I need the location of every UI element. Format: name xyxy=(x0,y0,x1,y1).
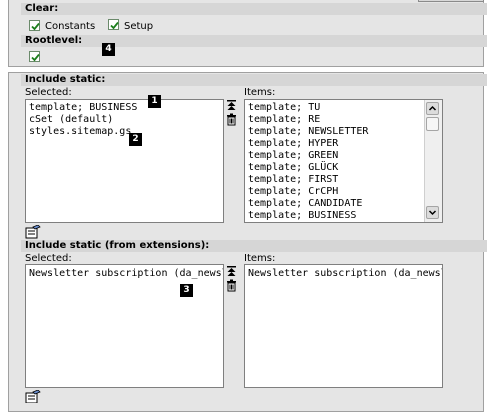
constants-label: Constants xyxy=(45,21,96,32)
include-static-header: Include static: xyxy=(21,74,487,86)
list-item[interactable]: styles.sitemap.gs xyxy=(26,126,223,138)
scroll-down-arrow-icon[interactable] xyxy=(426,206,439,219)
annotation-badge-4: 4 xyxy=(102,43,115,56)
list-item[interactable]: template; BUSINESS xyxy=(26,102,223,114)
annotation-badge-2: 2 xyxy=(129,133,142,146)
move-to-top-icon[interactable] xyxy=(225,99,238,112)
rootlevel-checkbox[interactable] xyxy=(29,51,40,62)
list-item[interactable]: template; HYPER xyxy=(245,138,442,150)
list-item[interactable]: template; GREEN xyxy=(245,150,442,162)
rootlevel-header: Rootlevel: xyxy=(21,35,487,47)
list-item[interactable]: template; RE xyxy=(245,114,442,126)
list-item[interactable]: Newsletter subscription (da_newsle xyxy=(245,268,442,280)
list-item[interactable]: template; CANDIDATE xyxy=(245,198,442,210)
move-to-top-icon[interactable] xyxy=(225,265,238,278)
list-item[interactable]: cSet (default) xyxy=(26,114,223,126)
include-static-selected-label: Selected: xyxy=(25,87,72,98)
list-item[interactable]: template; FIRST xyxy=(245,174,442,186)
edit-record-icon[interactable] xyxy=(25,389,41,404)
constants-checkbox[interactable] xyxy=(29,20,40,31)
scroll-thumb[interactable] xyxy=(426,117,439,131)
include-static-ext-header: Include static (from extensions): xyxy=(21,240,487,252)
items-scrollbar[interactable] xyxy=(424,100,442,222)
include-static-items-label: Items: xyxy=(244,87,276,98)
list-item[interactable]: template; TU xyxy=(245,102,442,114)
list-item[interactable]: template; CrCPH xyxy=(245,186,442,198)
include-static-selected-list[interactable]: template; BUSINESS cSet (default) styles… xyxy=(25,99,224,223)
include-static-items-list[interactable]: template; TU template; RE template; NEWS… xyxy=(244,99,443,223)
trash-icon[interactable] xyxy=(225,113,238,126)
trash-icon[interactable] xyxy=(225,279,238,292)
setup-checkbox[interactable] xyxy=(108,19,119,30)
include-static-ext-items-list[interactable]: Newsletter subscription (da_newsle xyxy=(244,264,443,388)
list-item[interactable]: Newsletter subscription (da_newsle xyxy=(26,268,223,280)
list-item[interactable]: template; GLÜCK xyxy=(245,162,442,174)
clear-header: Clear: xyxy=(21,3,487,15)
scroll-up-arrow-icon[interactable] xyxy=(426,102,439,115)
edit-record-icon[interactable] xyxy=(25,224,41,239)
list-item[interactable]: template; BUSINESS xyxy=(245,210,442,222)
annotation-badge-1: 1 xyxy=(148,95,161,108)
top-right-widget xyxy=(418,0,484,2)
setup-label: Setup xyxy=(124,21,154,32)
include-static-ext-selected-list[interactable]: Newsletter subscription (da_newsle xyxy=(25,264,224,388)
list-item[interactable]: template; NEWSLETTER xyxy=(245,126,442,138)
annotation-badge-3: 3 xyxy=(180,284,193,297)
